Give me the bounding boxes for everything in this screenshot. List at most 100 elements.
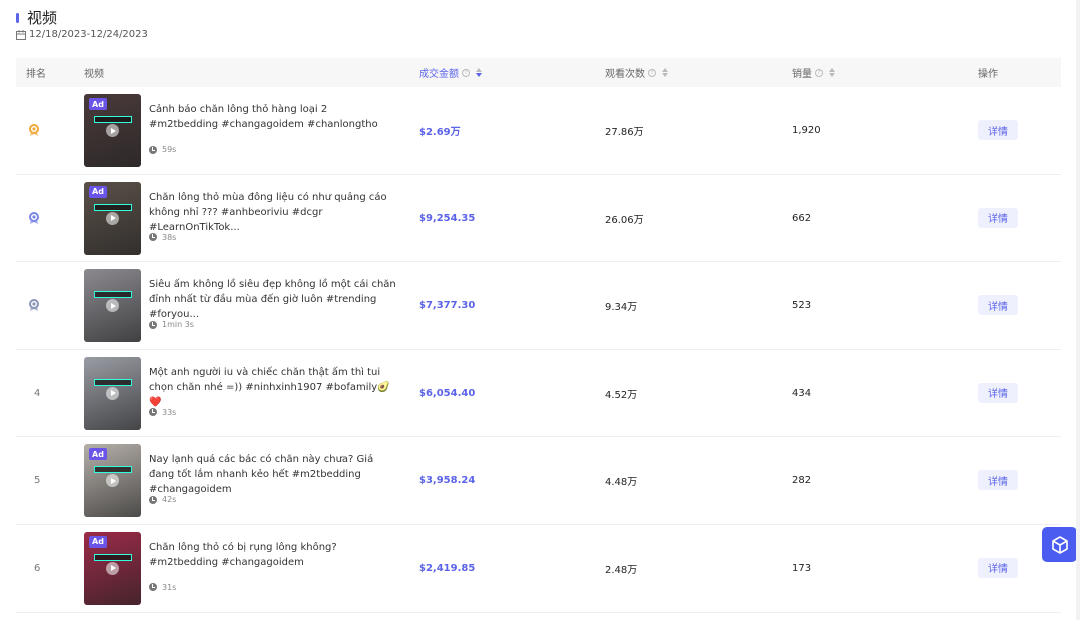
video-thumbnail[interactable] xyxy=(84,269,141,343)
sales-value: 523 xyxy=(792,300,812,312)
duration-text: 1min 3s xyxy=(162,320,194,330)
play-icon[interactable] xyxy=(106,474,119,488)
gmv-value: $7,377.30 xyxy=(419,300,476,312)
video-table: 排名 视频 成交金额 ? 观看次数 ? 销量 ? 操作 Ad Cảnh báo … xyxy=(16,58,1061,613)
views-value: 26.06万 xyxy=(605,214,644,226)
thumbnail-caption-overlay xyxy=(94,291,132,299)
column-action-label: 操作 xyxy=(978,69,998,80)
video-duration: 33s xyxy=(149,408,176,417)
table-row: 5 Ad Nay lạnh quá các bác có chăn này ch… xyxy=(16,437,1061,525)
sort-icon[interactable] xyxy=(476,68,482,77)
video-thumbnail[interactable]: Ad xyxy=(84,94,141,167)
sort-icon[interactable] xyxy=(829,68,835,77)
play-icon[interactable] xyxy=(106,561,119,575)
sales-value: 434 xyxy=(792,387,812,399)
detail-button[interactable]: 详情 xyxy=(978,295,1018,316)
video-thumbnail[interactable]: Ad xyxy=(84,531,141,605)
floating-cube-button[interactable] xyxy=(1042,527,1077,562)
ad-badge: Ad xyxy=(89,535,107,548)
play-icon[interactable] xyxy=(106,299,119,313)
clock-icon xyxy=(149,408,157,417)
column-views[interactable]: 观看次数 ? xyxy=(605,58,668,87)
clock-icon xyxy=(149,233,157,242)
clock-icon xyxy=(149,145,157,154)
column-views-label: 观看次数 xyxy=(605,69,645,80)
video-description[interactable]: Chăn lông thỏ có bị rụng lông không? #m2… xyxy=(149,540,399,570)
duration-text: 38s xyxy=(162,232,177,242)
table-row: Ad Cảnh báo chăn lông thỏ hàng loại 2 #m… xyxy=(16,87,1061,175)
page-title: 视频 xyxy=(27,9,58,27)
views-value: 4.52万 xyxy=(605,389,638,401)
play-icon[interactable] xyxy=(106,124,119,137)
video-thumbnail[interactable]: Ad xyxy=(84,444,141,518)
video-description[interactable]: Một anh người iu và chiếc chăn thật ấm t… xyxy=(149,365,399,410)
table-body: Ad Cảnh báo chăn lông thỏ hàng loại 2 #m… xyxy=(16,87,1061,613)
sales-value: 662 xyxy=(792,212,812,224)
cube-icon xyxy=(1051,535,1068,554)
video-description[interactable]: Cảnh báo chăn lông thỏ hàng loại 2 #m2tb… xyxy=(149,102,399,132)
date-range-text: 12/18/2023-12/24/2023 xyxy=(29,29,148,40)
help-icon[interactable]: ? xyxy=(648,68,656,77)
column-video-label: 视频 xyxy=(84,69,104,80)
ad-badge: Ad xyxy=(89,185,107,198)
video-description[interactable]: Chăn lông thỏ mùa đông liệu có như quảng… xyxy=(149,190,399,235)
gmv-value: $6,054.40 xyxy=(419,387,476,399)
column-sales-label: 销量 xyxy=(792,69,812,80)
thumbnail-caption-overlay xyxy=(94,466,132,474)
clock-icon xyxy=(149,583,157,592)
help-icon[interactable]: ? xyxy=(815,68,823,77)
table-header: 排名 视频 成交金额 ? 观看次数 ? 销量 ? 操作 xyxy=(16,58,1061,87)
date-range: 12/18/2023-12/24/2023 xyxy=(16,29,148,40)
column-gmv-label: 成交金额 xyxy=(419,69,459,80)
ad-badge: Ad xyxy=(89,98,107,110)
section-header: 视频 xyxy=(16,7,57,28)
video-thumbnail[interactable] xyxy=(84,356,141,430)
video-duration: 31s xyxy=(149,583,176,592)
detail-button[interactable]: 详情 xyxy=(978,557,1018,578)
duration-text: 33s xyxy=(162,407,177,417)
table-row: Ad Chăn lông thỏ mùa đông liệu có như qu… xyxy=(16,175,1061,263)
detail-button[interactable]: 详情 xyxy=(978,470,1018,491)
views-value: 9.34万 xyxy=(605,302,638,314)
play-icon[interactable] xyxy=(106,386,119,400)
table-row: 6 Ad Chăn lông thỏ có bị rụng lông không… xyxy=(16,525,1061,613)
sales-value: 1,920 xyxy=(792,125,821,136)
sales-value: 282 xyxy=(792,475,812,487)
help-icon[interactable]: ? xyxy=(462,68,470,77)
thumbnail-caption-overlay xyxy=(94,116,132,123)
video-description[interactable]: Siêu ấm không lồ siêu đẹp không lồ một c… xyxy=(149,277,399,322)
views-value: 2.48万 xyxy=(605,564,638,576)
scrollbar[interactable] xyxy=(1076,0,1080,620)
column-gmv[interactable]: 成交金额 ? xyxy=(419,58,482,87)
table-row: 4 Một anh người iu và chiếc chăn thật ấm… xyxy=(16,350,1061,438)
duration-text: 31s xyxy=(162,582,177,592)
sales-value: 173 xyxy=(792,562,812,574)
rank-number: 4 xyxy=(34,387,41,399)
thumbnail-caption-overlay xyxy=(94,203,132,211)
column-sales[interactable]: 销量 ? xyxy=(792,58,835,87)
table-row: Siêu ấm không lồ siêu đẹp không lồ một c… xyxy=(16,262,1061,350)
detail-button[interactable]: 详情 xyxy=(978,120,1018,140)
title-accent-bar xyxy=(16,12,19,23)
video-thumbnail[interactable]: Ad xyxy=(84,181,141,255)
rank-number: 5 xyxy=(34,475,41,487)
video-duration: 38s xyxy=(149,233,176,242)
duration-text: 42s xyxy=(162,495,177,505)
views-value: 27.86万 xyxy=(605,127,644,138)
detail-button[interactable]: 详情 xyxy=(978,207,1018,228)
clock-icon xyxy=(149,320,157,329)
bronze-medal-icon xyxy=(29,299,39,312)
video-description[interactable]: Nay lạnh quá các bác có chăn này chưa? G… xyxy=(149,452,399,497)
gmv-value: $2.69万 xyxy=(419,127,461,138)
duration-text: 59s xyxy=(162,145,177,154)
gmv-value: $9,254.35 xyxy=(419,212,476,224)
column-rank: 排名 xyxy=(26,58,46,87)
gmv-value: $2,419.85 xyxy=(419,562,476,574)
page: 视频 12/18/2023-12/24/2023 排名 视频 成交金额 ? 观看… xyxy=(0,0,1080,620)
views-value: 4.48万 xyxy=(605,477,638,489)
play-icon[interactable] xyxy=(106,211,119,225)
column-action: 操作 xyxy=(978,58,998,87)
video-duration: 42s xyxy=(149,495,176,504)
detail-button[interactable]: 详情 xyxy=(978,382,1018,403)
sort-icon[interactable] xyxy=(662,68,668,77)
